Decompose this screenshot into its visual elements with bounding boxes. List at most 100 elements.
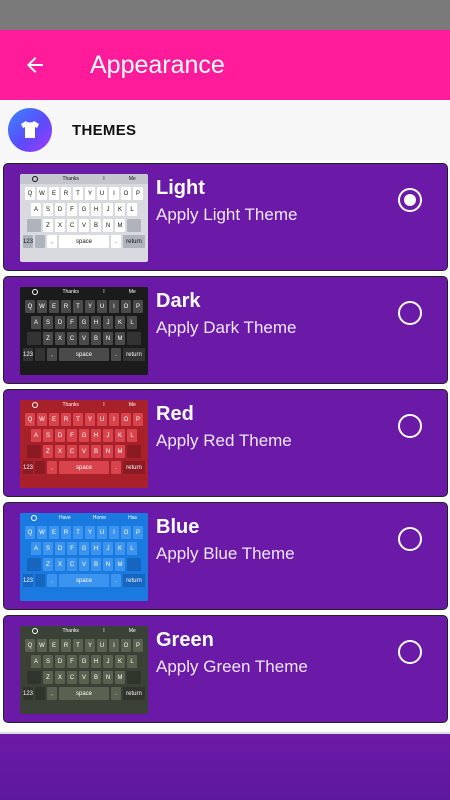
- theme-subtitle: Apply Dark Theme: [156, 318, 297, 337]
- kb-key: K: [115, 655, 125, 668]
- kb-key: I: [109, 413, 119, 426]
- kb-key: Z: [43, 445, 53, 458]
- theme-subtitle: Apply Blue Theme: [156, 544, 295, 563]
- kb-key: W: [37, 639, 47, 652]
- suggestion: Thanks: [62, 402, 79, 408]
- tshirt-icon: [8, 108, 52, 152]
- kb-key: V: [79, 332, 89, 345]
- kb-key: Z: [43, 219, 53, 232]
- kb-key: N: [103, 219, 113, 232]
- theme-radio[interactable]: [398, 188, 422, 212]
- keyboard-preview: Have Home Has Q W E R T Y U I O P A S D F G H J K L Z X C V B N M 123…: [20, 513, 148, 601]
- kb-key: G: [79, 542, 89, 555]
- suggestion-bar: Thanks I Me: [20, 626, 148, 636]
- suggestion: I: [103, 289, 105, 295]
- emoji-key-icon: [35, 687, 45, 700]
- kb-key: P: [133, 639, 143, 652]
- num-key: 123: [23, 574, 33, 587]
- kb-key: L: [127, 203, 137, 216]
- kb-key: U: [97, 526, 107, 539]
- kb-key: J: [103, 655, 113, 668]
- kb-key: E: [49, 187, 59, 200]
- kb-key: N: [103, 671, 113, 684]
- status-bar: [0, 0, 450, 30]
- kb-key: U: [97, 187, 107, 200]
- kb-key: B: [91, 332, 101, 345]
- kb-key: G: [79, 316, 89, 329]
- kb-key: E: [49, 526, 59, 539]
- gear-icon: [32, 628, 39, 634]
- kb-key: Q: [25, 639, 35, 652]
- num-key: 123: [23, 348, 33, 361]
- num-key: 123: [23, 687, 33, 700]
- kb-key: P: [133, 187, 143, 200]
- theme-radio[interactable]: [398, 414, 422, 438]
- theme-card[interactable]: Thanks I Me Q W E R T Y U I O P A S D F G H J K L Z X C V B N M 123, s…: [3, 615, 448, 723]
- theme-title: Light: [156, 177, 205, 199]
- kb-key: ,: [47, 461, 57, 474]
- kb-key: ,: [47, 687, 57, 700]
- kb-key: L: [127, 316, 137, 329]
- theme-title: Dark: [156, 290, 201, 312]
- kb-key: C: [67, 445, 77, 458]
- kb-key: O: [121, 300, 131, 313]
- theme-subtitle: Apply Light Theme: [156, 205, 298, 224]
- theme-card[interactable]: Thanks I Me Q W E R T Y U I O P A S D F G H J K L Z X C V B N M 123, s…: [3, 276, 448, 384]
- kb-key: S: [43, 316, 53, 329]
- theme-card[interactable]: Thanks I Me Q W E R T Y U I O P A S D F G H J K L Z X C V B N M 123, s…: [3, 389, 448, 497]
- theme-radio[interactable]: [398, 527, 422, 551]
- theme-subtitle: Apply Green Theme: [156, 657, 308, 676]
- kb-key: B: [91, 671, 101, 684]
- theme-card[interactable]: Have Home Has Q W E R T Y U I O P A S D F G H J K L Z X C V B N M 123…: [3, 502, 448, 610]
- kb-key: A: [31, 203, 41, 216]
- keyboard-preview: Thanks I Me Q W E R T Y U I O P A S D F G H J K L Z X C V B N M 123, s…: [20, 174, 148, 262]
- shift-key-icon: [27, 671, 41, 684]
- kb-key: D: [55, 655, 65, 668]
- kb-key: K: [115, 203, 125, 216]
- kb-key: W: [37, 526, 47, 539]
- kb-key: P: [133, 300, 143, 313]
- kb-key: Z: [43, 558, 53, 571]
- kb-key: X: [55, 219, 65, 232]
- kb-key: S: [43, 542, 53, 555]
- kb-key: R: [61, 526, 71, 539]
- theme-card[interactable]: Thanks I Me Q W E R T Y U I O P A S D F G H J K L Z X C V B N M 123, s…: [3, 163, 448, 271]
- kb-key: space: [59, 574, 109, 587]
- suggestion: I: [103, 176, 105, 182]
- gear-icon: [32, 176, 39, 182]
- kb-key: C: [67, 558, 77, 571]
- kb-key: J: [103, 542, 113, 555]
- kb-key: D: [55, 316, 65, 329]
- kb-key: E: [49, 300, 59, 313]
- kb-key: L: [127, 655, 137, 668]
- next-theme-card-partial[interactable]: [0, 732, 450, 800]
- gear-icon: [32, 402, 39, 408]
- radio-selected-dot: [404, 194, 416, 206]
- kb-key: G: [79, 429, 89, 442]
- kb-key: O: [121, 639, 131, 652]
- kb-key: S: [43, 655, 53, 668]
- suggestion: Have: [59, 515, 71, 521]
- return-key: return: [123, 574, 145, 587]
- kb-key: R: [61, 639, 71, 652]
- keyboard-preview: Thanks I Me Q W E R T Y U I O P A S D F G H J K L Z X C V B N M 123, s…: [20, 626, 148, 714]
- gear-icon: [31, 515, 37, 521]
- theme-radio[interactable]: [398, 301, 422, 325]
- kb-key: I: [109, 187, 119, 200]
- kb-key: Q: [25, 413, 35, 426]
- kb-key: Y: [85, 187, 95, 200]
- kb-key: C: [67, 671, 77, 684]
- return-key: return: [123, 235, 145, 248]
- backspace-key-icon: [127, 671, 141, 684]
- suggestion: Thanks: [62, 289, 79, 295]
- suggestion: Me: [128, 628, 136, 634]
- kb-key: O: [121, 187, 131, 200]
- kb-key: C: [67, 219, 77, 232]
- theme-radio[interactable]: [398, 640, 422, 664]
- kb-key: K: [115, 542, 125, 555]
- kb-key: H: [91, 542, 101, 555]
- app-bar: Appearance: [0, 30, 450, 100]
- suggestion-bar: Thanks I Me: [20, 174, 148, 184]
- kb-key: M: [115, 445, 125, 458]
- back-button[interactable]: [0, 30, 70, 100]
